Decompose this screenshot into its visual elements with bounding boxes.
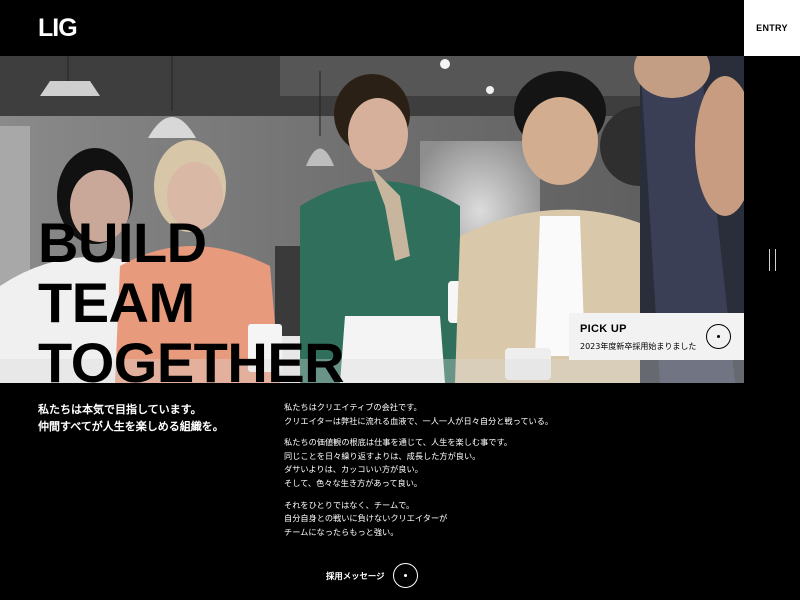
body-line: 同じことを日々繰り返すよりは、成長した方が良い。	[284, 450, 481, 461]
circle-arrow-icon[interactable]	[393, 563, 418, 588]
body-line: それをひとりではなく、チームで。	[284, 499, 415, 510]
body-line: ダサいよりは、カッコいい方が良い。	[284, 464, 423, 475]
top-bar: LIG	[0, 0, 744, 56]
headline-line: TOGETHER	[38, 331, 345, 394]
intro-body: 私たちはクリエイティブの会社です。 クリエイターは弊社に流れる血液で、一人一人が…	[284, 401, 553, 547]
paragraph: 私たちの価値観の根底は仕事を通じて、人生を楽しむ事です。 同じことを日々繰り返す…	[284, 436, 553, 490]
paragraph: それをひとりではなく、チームで。 自分自身との戦いに負けないクリエイターが チー…	[284, 499, 553, 540]
body-line: 自分自身との戦いに負けないクリエイターが	[284, 513, 448, 524]
pause-icon[interactable]	[769, 249, 776, 271]
intro-lead: 私たちは本気で目指しています。 仲間すべてが人生を楽しめる組織を。	[38, 401, 224, 435]
lead-line: 私たちは本気で目指しています。	[38, 403, 202, 416]
body-line: 私たちはクリエイティブの会社です。	[284, 402, 422, 412]
hero-headline: BUILD TEAM TOGETHER	[38, 211, 345, 394]
pickup-card[interactable]: PICK UP 2023年度新卒採用始まりました	[569, 313, 744, 360]
circle-arrow-icon[interactable]	[706, 324, 731, 349]
body-line: チームになったらもっと強い。	[284, 526, 399, 537]
lead-line: 仲間すべてが人生を楽しめる組織を。	[38, 420, 224, 433]
body-line: 私たちの価値観の根底は仕事を通じて、人生を楽しむ事です。	[284, 437, 513, 448]
body-line: そして、色々な生き方があって良い。	[284, 477, 423, 488]
headline-line: TEAM	[38, 271, 195, 334]
right-rail	[744, 56, 800, 600]
recruit-message-link[interactable]: 採用メッセージ	[326, 563, 418, 588]
pickup-subtitle: 2023年度新卒採用始まりました	[580, 342, 697, 351]
body-line: クリエイターは弊社に流れる血液で、一人一人が日々自分と戦っている。	[284, 415, 554, 426]
recruit-message-label: 採用メッセージ	[326, 570, 385, 581]
pickup-title: PICK UP	[580, 323, 627, 335]
headline-line: BUILD	[38, 211, 207, 274]
paragraph: 私たちはクリエイティブの会社です。 クリエイターは弊社に流れる血液で、一人一人が…	[284, 401, 553, 428]
lig-logo[interactable]: LIG	[38, 14, 78, 42]
entry-button[interactable]: ENTRY	[744, 0, 800, 56]
